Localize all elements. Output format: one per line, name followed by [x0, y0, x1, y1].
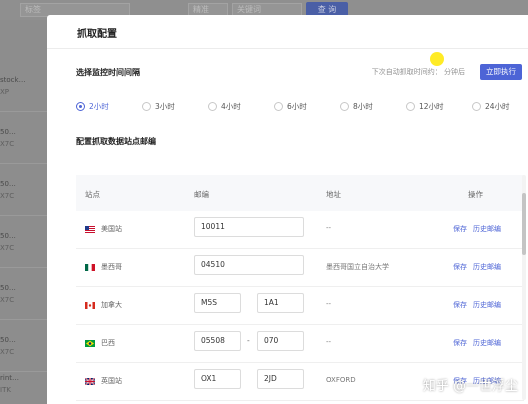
- address-text: --: [326, 300, 332, 308]
- interval-option-4h[interactable]: 4小时: [208, 99, 241, 113]
- crawl-config-dialog: 抓取配置 选择监控时间间隔 下次自动抓取时间约： 分钟后 立即执行 2小时 3小…: [47, 15, 528, 404]
- header-actions: 操作: [468, 190, 483, 199]
- dialog-title: 抓取配置: [77, 29, 117, 40]
- background-list-item: stock… XP: [0, 60, 47, 112]
- interval-option-24h[interactable]: 24小时: [472, 99, 510, 113]
- cursor-highlight-icon: [430, 52, 444, 66]
- interval-section-title: 选择监控时间间隔: [76, 68, 140, 77]
- table-row: 美国站 10011 -- 保存 历史邮编: [76, 211, 524, 249]
- background-list-item: 50… X7C: [0, 216, 47, 268]
- site-cell: 加拿大: [85, 300, 122, 310]
- next-run-text: 下次自动抓取时间约： 分钟后: [371, 68, 465, 76]
- radio-icon: [340, 101, 349, 111]
- interval-option-6h[interactable]: 6小时: [274, 99, 307, 113]
- header-address: 地址: [326, 190, 341, 199]
- background-list-item: 50… X7C: [0, 268, 47, 320]
- radio-icon: [472, 101, 481, 111]
- zip-separator: -: [247, 336, 250, 345]
- background-product-list: stock… XP 50… X7C 50… X7C 50… X7C 50… X7…: [0, 20, 47, 404]
- site-cell: 英国站: [85, 376, 122, 386]
- radio-icon: [208, 101, 217, 111]
- run-now-button[interactable]: 立即执行: [480, 64, 522, 80]
- zip-input-first[interactable]: 05508: [194, 331, 241, 351]
- canada-flag-icon: [85, 301, 95, 309]
- brazil-flag-icon: [85, 339, 95, 347]
- zip-input-first[interactable]: M5S: [194, 293, 241, 313]
- header-zip: 邮编: [194, 190, 209, 199]
- zip-input-second[interactable]: 2JD: [257, 369, 304, 389]
- zip-input[interactable]: 10011: [194, 217, 304, 237]
- scrollbar-thumb[interactable]: [522, 193, 526, 255]
- history-zip-link[interactable]: 历史邮编: [473, 224, 501, 234]
- uk-flag-icon: [85, 377, 95, 385]
- zip-input-second[interactable]: 1A1: [257, 293, 304, 313]
- radio-icon: [406, 101, 415, 111]
- background-list-item: 50… X7C: [0, 164, 47, 216]
- us-flag-icon: [85, 225, 95, 233]
- address-text: --: [326, 338, 332, 346]
- site-cell: 巴西: [85, 338, 115, 348]
- address-text: OXFORD: [326, 376, 356, 384]
- background-list-item: rint… ITK: [0, 358, 47, 404]
- mexico-flag-icon: [85, 263, 95, 271]
- watermark: 知乎 @一世浮尘: [422, 379, 518, 394]
- history-zip-link[interactable]: 历史邮编: [473, 300, 501, 310]
- header-site: 站点: [85, 190, 100, 199]
- save-link[interactable]: 保存: [453, 262, 467, 272]
- interval-option-12h[interactable]: 12小时: [406, 99, 444, 113]
- table-row: 加拿大 M5S 1A1 -- 保存 历史邮编: [76, 287, 524, 325]
- address-text: --: [326, 224, 332, 232]
- zip-input-second[interactable]: 070: [257, 331, 304, 351]
- table-row: 巴西 05508 - 070 -- 保存 历史邮编: [76, 325, 524, 363]
- zip-input[interactable]: 04510: [194, 255, 304, 275]
- radio-icon: [142, 101, 151, 111]
- radio-checked-icon: [76, 101, 85, 111]
- history-zip-link[interactable]: 历史邮编: [473, 338, 501, 348]
- background-list-item: 50… X7C: [0, 112, 47, 164]
- interval-option-8h[interactable]: 8小时: [340, 99, 373, 113]
- table-header: 站点 邮编 地址 操作: [76, 175, 524, 211]
- address-text: 墨西哥国立自治大学: [326, 263, 389, 271]
- interval-radio-group: 2小时 3小时 4小时 6小时 8小时 12小时 24小时: [76, 99, 526, 113]
- save-link[interactable]: 保存: [453, 300, 467, 310]
- site-cell: 美国站: [85, 224, 122, 234]
- radio-icon: [274, 101, 283, 111]
- site-cell: 墨西哥: [85, 262, 122, 272]
- interval-option-2h[interactable]: 2小时: [76, 99, 109, 113]
- history-zip-link[interactable]: 历史邮编: [473, 262, 501, 272]
- save-link[interactable]: 保存: [453, 224, 467, 234]
- interval-option-3h[interactable]: 3小时: [142, 99, 175, 113]
- save-link[interactable]: 保存: [453, 338, 467, 348]
- table-row: 墨西哥 04510 墨西哥国立自治大学 保存 历史邮编: [76, 249, 524, 287]
- zip-section-title: 配置抓取数据站点邮编: [76, 137, 156, 146]
- zip-input-first[interactable]: OX1: [194, 369, 241, 389]
- dialog-header: 抓取配置: [47, 15, 528, 49]
